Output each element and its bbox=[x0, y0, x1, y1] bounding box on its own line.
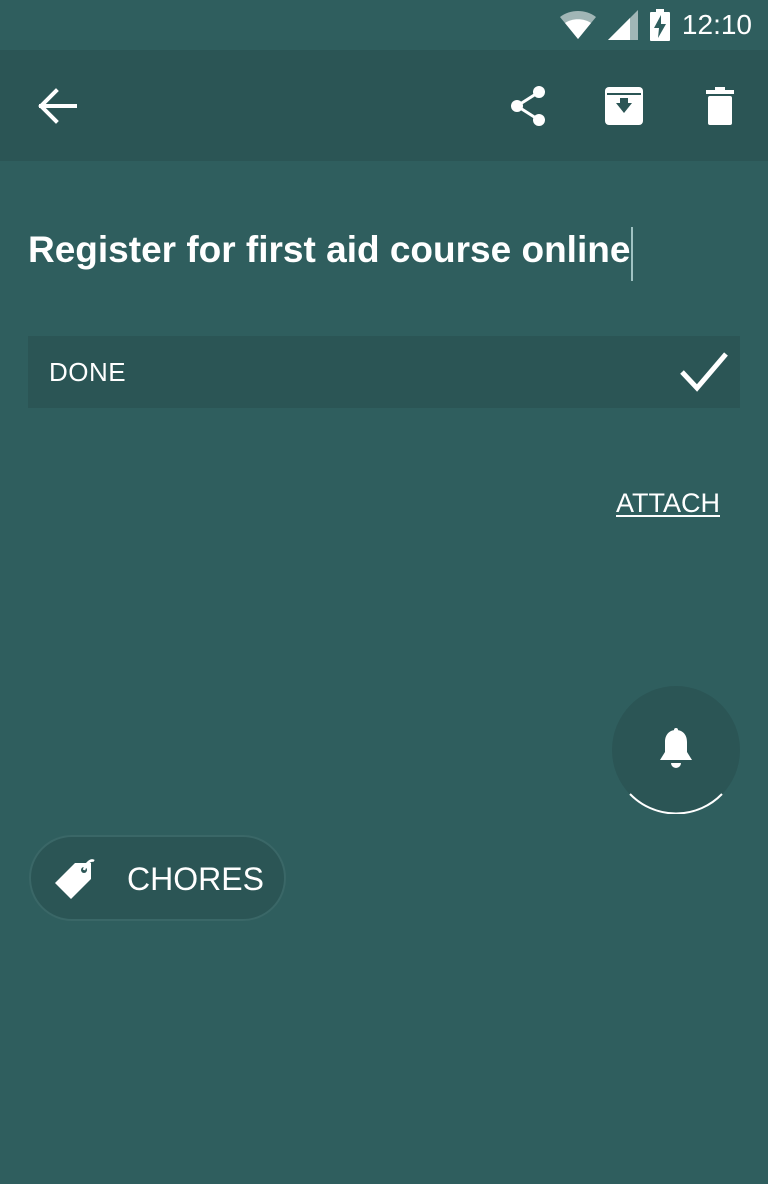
tag-label: CHORES bbox=[127, 861, 264, 897]
delete-button[interactable] bbox=[685, 50, 755, 161]
text-cursor bbox=[631, 226, 634, 281]
task-title-field[interactable]: Register for first aid course online bbox=[28, 220, 740, 281]
task-detail-screen: 12:10 Register for first aid course onli… bbox=[0, 0, 768, 1184]
share-button[interactable] bbox=[493, 50, 563, 161]
wifi-icon bbox=[559, 11, 596, 39]
attach-link[interactable]: ATTACH bbox=[616, 488, 720, 519]
status-bar: 12:10 bbox=[0, 0, 768, 50]
back-button[interactable] bbox=[22, 50, 92, 161]
share-icon bbox=[511, 85, 545, 126]
status-icons: 12:10 bbox=[559, 8, 752, 42]
battery-charging-icon bbox=[649, 9, 670, 41]
archive-icon bbox=[605, 86, 643, 125]
reminder-progress-arc bbox=[629, 793, 723, 814]
tag-icon bbox=[55, 859, 95, 899]
reminder-button[interactable] bbox=[612, 686, 740, 814]
task-title: Register for first aid course online bbox=[28, 229, 631, 270]
done-label: DONE bbox=[49, 357, 127, 387]
arrow-left-icon bbox=[38, 87, 77, 124]
app-toolbar bbox=[0, 50, 768, 161]
cell-signal-icon bbox=[607, 10, 638, 40]
tag-chip-chores[interactable]: CHORES bbox=[29, 835, 286, 921]
trash-icon bbox=[706, 86, 734, 125]
status-time: 12:10 bbox=[681, 9, 752, 40]
checkmark-icon bbox=[680, 352, 728, 392]
archive-button[interactable] bbox=[589, 50, 659, 161]
done-button[interactable]: DONE bbox=[28, 336, 740, 408]
